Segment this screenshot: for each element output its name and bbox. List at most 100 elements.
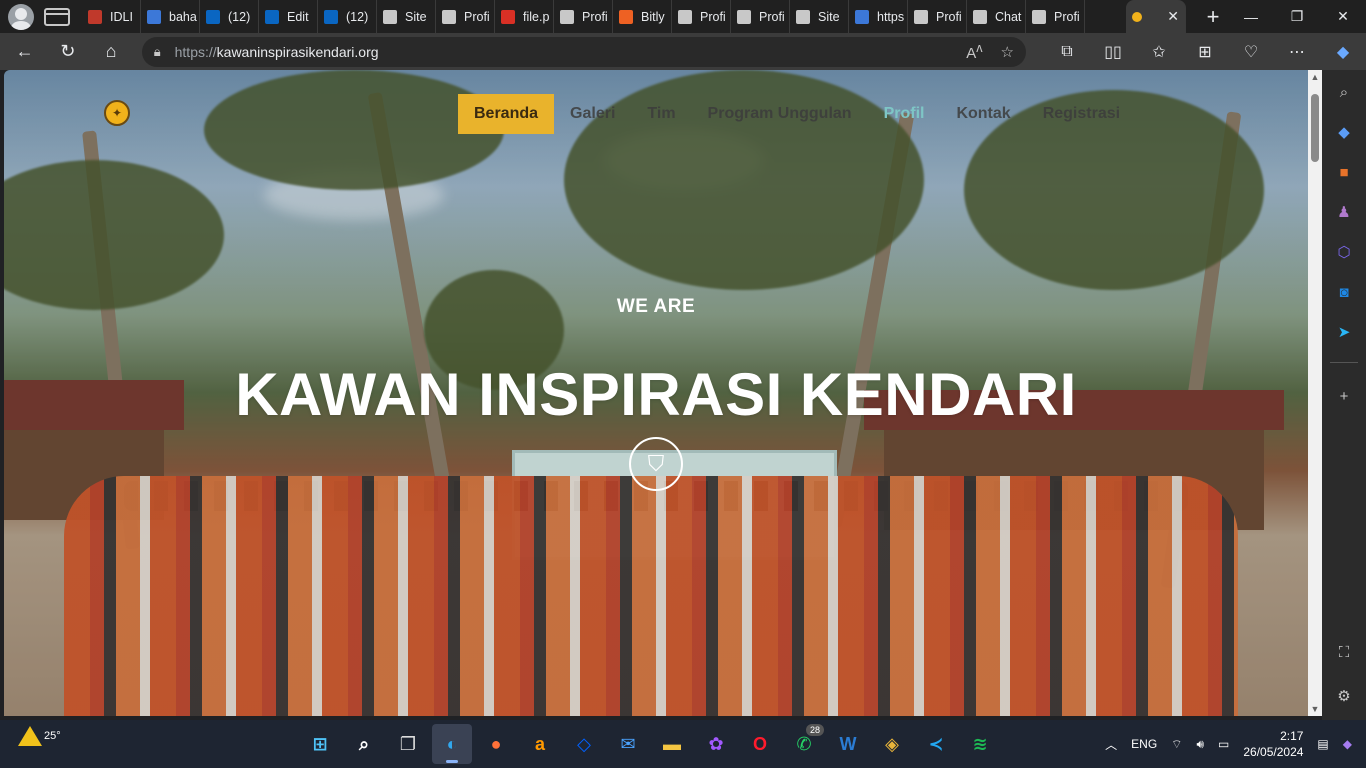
weather-widget[interactable]: 25° [18,726,61,746]
tab-label: IDLI [110,9,133,24]
close-window-button[interactable]: ✕ [1320,0,1366,33]
site-logo-icon[interactable]: ✦ [104,100,130,126]
search-icon[interactable]: ⌕ [1332,80,1356,104]
firefox-icon[interactable]: ● [476,724,516,764]
browser-tab[interactable]: Edit [259,0,318,33]
tab-strip: IDLI baha (12) Edit (12) Site Profi file.p Profi… [82,0,1126,33]
send-icon[interactable]: ➤ [1332,320,1356,344]
address-bar[interactable]: 🔒︎ https://kawaninspirasikendari.org Aʌ … [141,36,1026,67]
language-indicator[interactable]: ENG [1131,737,1157,751]
tools-briefcase-icon[interactable]: ■ [1332,160,1356,184]
browser-tab[interactable]: Profi [554,0,613,33]
browser-essentials-icon[interactable]: ♡ [1228,42,1274,62]
hide-sidebar-icon[interactable]: ⛶ [1332,640,1356,664]
split-screen-icon[interactable]: ▯▯ [1090,42,1136,62]
battery-icon[interactable]: ▭ [1218,737,1229,751]
tab-favicon-icon [265,9,279,24]
clock[interactable]: 2:17 26/05/2024 [1243,728,1303,760]
tab-active[interactable]: ✕ [1126,0,1186,33]
spotify-icon[interactable]: ≋ [960,724,1000,764]
new-tab-button[interactable]: + [1198,4,1228,30]
minimize-button[interactable]: — [1228,0,1274,33]
search-icon[interactable]: ⌕ [344,724,384,764]
task-view-icon[interactable]: ❐ [388,724,428,764]
opera-icon[interactable]: O [740,724,780,764]
add-sidebar-app-icon[interactable]: + [1332,384,1356,408]
games-icon[interactable]: ♟ [1332,200,1356,224]
kite-app-icon[interactable]: ◈ [872,724,912,764]
nav-kontak[interactable]: Kontak [940,94,1026,134]
profile-avatar[interactable] [8,3,34,30]
sidebar-settings-gear-icon[interactable]: ⚙ [1332,684,1356,708]
back-button[interactable]: ← [6,37,43,67]
copilot-taskbar-icon[interactable]: ◆ [1343,737,1352,751]
tab-label: Profi [464,9,490,24]
browser-tab[interactable]: baha [141,0,200,33]
browser-tab[interactable]: Profi [672,0,731,33]
file-explorer-icon[interactable]: ▬ [652,724,692,764]
edge-sidebar: ⌕ ◆ ■ ♟ ⬡ ◙ ➤ + ⛶ ⚙ [1322,70,1366,720]
browser-tab[interactable]: Profi [908,0,967,33]
tab-actions-icon[interactable] [44,7,70,26]
nav-program-unggulan[interactable]: Program Unggulan [692,94,868,134]
outlook-icon[interactable]: ◙ [1332,280,1356,304]
figma-icon[interactable]: ✿ [696,724,736,764]
scroll-down-arrow-icon[interactable]: ▼ [1308,702,1322,716]
tab-favicon-icon [678,9,692,24]
whatsapp-icon[interactable]: ✆ 28 [784,724,824,764]
nav-beranda[interactable]: Beranda [458,94,555,134]
tab-favicon-icon [206,9,220,24]
browser-tab[interactable]: (12) [318,0,377,33]
tray-overflow-chevron-icon[interactable]: ︿ [1105,736,1117,753]
clock-time: 2:17 [1280,729,1304,743]
tab-favicon-icon [88,9,102,24]
url-text[interactable]: https://kawaninspirasikendari.org [175,44,949,60]
browser-tab[interactable]: Bitly [613,0,672,33]
vscode-icon[interactable]: ≺ [916,724,956,764]
scrollbar-thumb[interactable] [1311,94,1319,162]
word-icon[interactable]: W [828,724,868,764]
browser-tab[interactable]: Chat [967,0,1026,33]
page-scrollbar[interactable]: ▲ ▼ [1308,70,1322,716]
scroll-up-arrow-icon[interactable]: ▲ [1308,70,1322,84]
volume-icon[interactable]: 🔊︎ [1196,737,1204,752]
copilot-icon[interactable]: ◆ [1320,42,1366,62]
wifi-icon[interactable]: ⌔ [1171,737,1182,752]
edge-icon[interactable]: ◐ [432,724,472,764]
lock-icon[interactable]: 🔒︎ [154,44,161,60]
browser-tab[interactable]: Profi [436,0,495,33]
browser-tab[interactable]: Profi [731,0,790,33]
browser-tab[interactable]: IDLI [82,0,141,33]
browser-tab[interactable]: file.p [495,0,554,33]
nav-profil[interactable]: Profil [868,94,941,134]
browser-tab[interactable]: https [849,0,908,33]
restore-button[interactable]: ❐ [1274,0,1320,33]
close-icon[interactable]: ✕ [1167,8,1179,25]
browser-tab[interactable]: Site [377,0,436,33]
refresh-button[interactable]: ↻ [49,37,86,67]
read-aloud-icon[interactable]: Aʌ [966,41,982,62]
nav-tim[interactable]: Tim [631,94,691,134]
browser-tab[interactable]: (12) [200,0,259,33]
copilot-sidebar-icon[interactable]: ⬡ [1332,240,1356,264]
collections-icon[interactable]: ⊞ [1182,42,1228,62]
nav-registrasi[interactable]: Registrasi [1027,94,1136,134]
favorites-icon[interactable]: ✩ [1136,42,1182,62]
browser-tab[interactable]: Profi [1026,0,1085,33]
tab-favicon-icon [324,9,338,24]
extensions-icon[interactable]: ⧉ [1044,42,1090,62]
dropbox-icon[interactable]: ◇ [564,724,604,764]
mail-icon[interactable]: ✉ [608,724,648,764]
tab-favicon-icon [560,9,574,24]
start-windows-icon[interactable]: ⊞ [300,724,340,764]
amazon-icon[interactable]: a [520,724,560,764]
tab-label: file.p [523,9,550,24]
favorite-star-icon[interactable]: ☆ [1001,43,1014,61]
home-button[interactable]: ⌂ [92,37,129,67]
more-menu-icon[interactable]: ⋯ [1274,42,1320,62]
browser-tab[interactable]: Site [790,0,849,33]
nav-galeri[interactable]: Galeri [554,94,631,134]
notification-icon[interactable]: ▤ [1317,737,1328,751]
shopping-tag-icon[interactable]: ◆ [1332,120,1356,144]
weather-icon [18,726,42,746]
